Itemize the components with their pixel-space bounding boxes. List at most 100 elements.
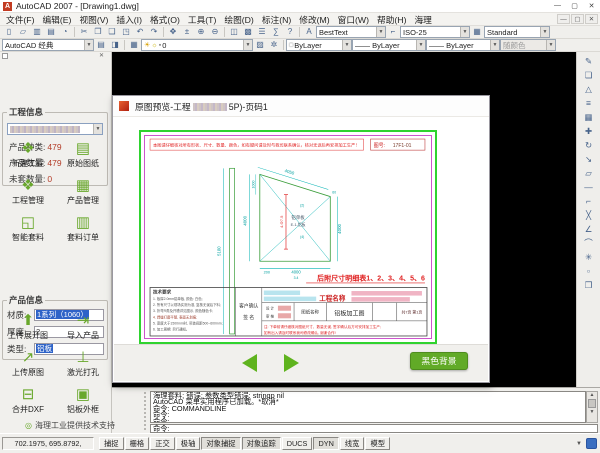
communication-center-icon[interactable] (586, 438, 597, 449)
move-icon[interactable]: ✚ (581, 124, 596, 138)
menu-haili-plugin[interactable]: 海理 (410, 13, 435, 26)
original-drawings-button[interactable]: ▤ 原始图纸 (57, 140, 109, 169)
text-style-combo[interactable]: BestText ▼ (316, 26, 386, 38)
stretch-icon[interactable]: ▱ (581, 166, 596, 180)
restore-icon[interactable]: ▢ (566, 2, 583, 10)
matchprop-icon[interactable]: ◳ (119, 26, 133, 38)
mdi-minimize-icon[interactable]: — (557, 14, 570, 24)
new-icon[interactable]: ▯ (2, 26, 16, 38)
paste-icon[interactable]: ❑ (105, 26, 119, 38)
menu-tools[interactable]: 工具(T) (184, 13, 220, 26)
toggle-ortho[interactable]: 正交 (150, 437, 175, 450)
trim-icon[interactable]: — (581, 180, 596, 194)
chamfer-icon[interactable]: ∠ (581, 222, 596, 236)
chevron-down-icon[interactable]: ▼ (376, 27, 385, 37)
toggle-osnap[interactable]: 对象捕捉 (201, 437, 240, 450)
array-icon[interactable]: ▦ (581, 110, 596, 124)
properties-icon[interactable]: ◫ (227, 26, 241, 38)
chevron-down-icon[interactable]: ▼ (460, 27, 469, 37)
smart-nesting-button[interactable]: ◱ 智能套料 (2, 214, 54, 243)
text-style-icon[interactable]: A (302, 26, 316, 38)
menu-view[interactable]: 视图(V) (75, 13, 112, 26)
toggle-polar[interactable]: 极轴 (176, 437, 201, 450)
dim-style-combo[interactable]: ISO-25 ▼ (400, 26, 470, 38)
offset-icon[interactable]: ≡ (581, 96, 596, 110)
menu-format[interactable]: 格式(O) (146, 13, 184, 26)
table-style-icon[interactable]: ▦ (470, 26, 484, 38)
cut-icon[interactable]: ✂ (77, 26, 91, 38)
zoom-window-icon[interactable]: ⊕ (194, 26, 208, 38)
toggle-lwt[interactable]: 线宽 (340, 437, 365, 450)
redo-icon[interactable]: ↷ (147, 26, 161, 38)
menu-insert[interactable]: 插入(I) (112, 13, 146, 26)
status-menu-icon[interactable]: ▼ (576, 441, 582, 447)
copy-object-icon[interactable]: ❏ (581, 68, 596, 82)
toggle-snap[interactable]: 捕捉 (99, 437, 124, 450)
menu-dimension[interactable]: 标注(N) (258, 13, 295, 26)
toggle-model[interactable]: 模型 (365, 437, 390, 450)
layer-on-icon[interactable]: ☀ (144, 41, 150, 49)
region-icon[interactable]: ▫ (581, 264, 596, 278)
help-icon[interactable]: ? (283, 26, 297, 38)
chevron-down-icon[interactable]: ▼ (93, 124, 102, 134)
upload-unfold-button[interactable]: ⬆ 上传展开图 (2, 312, 54, 341)
quickcalc-icon[interactable]: ∑ (269, 26, 283, 38)
toolpalettes-icon[interactable]: ☰ (255, 26, 269, 38)
laser-drill-button[interactable]: ⊥ 激光打孔 (57, 349, 109, 378)
layer-states-icon[interactable]: ✲ (267, 39, 281, 51)
dialog-title-bar[interactable]: 原图预览-工程5P)-页码1 (113, 96, 489, 117)
layer-manager-icon[interactable]: ▦ (127, 39, 141, 51)
extend-icon[interactable]: ⌐ (581, 194, 596, 208)
save-icon[interactable]: ▥ (30, 26, 44, 38)
mdi-close-icon[interactable]: ✕ (585, 14, 598, 24)
minimize-icon[interactable]: — (549, 2, 566, 10)
layer-combo[interactable]: ☀ ☼ ▪ 0 ▼ (141, 39, 253, 51)
black-background-button[interactable]: 黑色背景 (410, 352, 468, 370)
import-product-button[interactable]: ⇥ 导入产品 (57, 312, 109, 341)
lineweight-combo[interactable]: —— ByLayer ▼ (426, 39, 500, 51)
command-scrollbar[interactable]: ▲▼ (586, 391, 598, 423)
linetype-combo[interactable]: —— ByLayer ▼ (352, 39, 426, 51)
zoom-realtime-icon[interactable]: ± (180, 26, 194, 38)
chevron-down-icon[interactable]: ▼ (540, 27, 549, 37)
command-window-grip[interactable] (144, 392, 148, 430)
project-select-combo[interactable]: ▼ (7, 123, 103, 135)
scrollbar-thumb[interactable] (588, 399, 596, 408)
scale-icon[interactable]: ↘ (581, 152, 596, 166)
new-project-button[interactable]: ❖ 新建工程 (2, 140, 54, 169)
dim-style-icon[interactable]: ⌐ (386, 26, 400, 38)
toggle-ducs[interactable]: DUCS (282, 437, 313, 450)
menu-window[interactable]: 窗口(W) (334, 13, 373, 26)
erase-icon[interactable]: ✎ (581, 54, 596, 68)
layer-freeze-icon[interactable]: ☼ (151, 42, 157, 49)
open-icon[interactable]: ▱ (16, 26, 30, 38)
panel-close-icon[interactable]: ✕ (99, 52, 104, 59)
menu-draw[interactable]: 绘图(D) (220, 13, 257, 26)
menu-file[interactable]: 文件(F) (2, 13, 38, 26)
panel-frame-button[interactable]: ▣ 铝板外框 (57, 386, 109, 415)
product-manage-button[interactable]: ▦ 产品管理 (57, 177, 109, 206)
layer-previous-icon[interactable]: ▨ (253, 39, 267, 51)
chevron-down-icon[interactable]: ▼ (416, 40, 425, 50)
menu-help[interactable]: 帮助(H) (373, 13, 410, 26)
chevron-down-icon[interactable]: ▼ (84, 40, 93, 50)
chevron-down-icon[interactable]: ▼ (243, 40, 252, 50)
table-style-combo[interactable]: Standard ▼ (484, 26, 550, 38)
toggle-dyn[interactable]: DYN (313, 437, 338, 450)
mirror-icon[interactable]: △ (581, 82, 596, 96)
previous-page-arrow[interactable] (242, 354, 257, 372)
workspace-save-icon[interactable]: ◨ (108, 39, 122, 51)
chevron-down-icon[interactable]: ▼ (490, 40, 499, 50)
command-input[interactable]: 命令: (150, 424, 598, 433)
menu-modify[interactable]: 修改(M) (295, 13, 333, 26)
panel-collapse-icon[interactable] (2, 53, 8, 59)
rotate-icon[interactable]: ↻ (581, 138, 596, 152)
plot-icon[interactable]: ▤ (44, 26, 58, 38)
workspace-combo[interactable]: AutoCAD 经典 ▼ (2, 39, 94, 51)
mdi-restore-icon[interactable]: ▢ (571, 14, 584, 24)
project-manage-button[interactable]: ❖ 工程管理 (2, 177, 54, 206)
close-icon[interactable]: ✕ (583, 2, 600, 10)
chevron-down-icon[interactable]: ▼ (342, 40, 351, 50)
explode-icon[interactable]: ✳ (581, 250, 596, 264)
zoom-previous-icon[interactable]: ⊖ (208, 26, 222, 38)
